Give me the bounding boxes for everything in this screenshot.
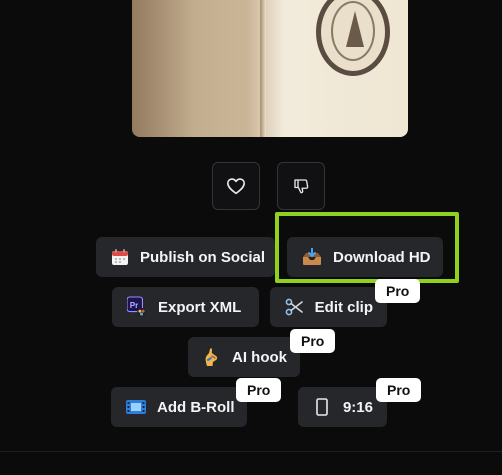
thumbnail-door-edge [260,0,266,137]
add-b-roll-button[interactable]: Add B-Roll [111,387,247,427]
heart-icon [227,178,245,195]
ai-hook-button[interactable]: AI hook [188,337,300,377]
divider [0,451,502,452]
thumbs-down-icon [294,179,309,194]
clip-panel: { "reactions": { "like_icon": "heart-ico… [0,0,502,475]
phone-frame-icon [313,397,332,417]
export-xml-label: Export XML [158,298,242,316]
dislike-button[interactable] [277,162,325,210]
aspect-ratio-label: 9:16 [342,398,373,416]
hand-hook-icon [203,347,221,367]
thumbnail-seal-image [316,0,390,76]
video-thumbnail[interactable] [132,0,408,137]
edit-clip-button[interactable]: Edit clip [270,287,387,327]
calendar-icon [111,247,129,267]
add-b-roll-label: Add B-Roll [157,398,235,416]
publish-on-social-button[interactable]: Publish on Social [96,237,275,277]
pro-badge-b-roll: Pro [236,378,282,402]
aspect-ratio-button[interactable]: 9:16 [298,387,387,427]
edit-clip-label: Edit clip [314,298,373,316]
thumbnail-shadow [132,0,192,137]
download-highlight-box [275,212,459,283]
pro-badge-edit-clip: Pro [375,279,421,303]
film-frames-icon [126,397,146,417]
svg-text:Pr: Pr [130,301,139,310]
pro-badge-ai-hook: Pro [290,329,336,353]
scissors-icon [285,297,304,317]
publish-label: Publish on Social [140,248,266,266]
export-xml-button[interactable]: Pr Export XML [112,287,259,327]
pro-badge-aspect-ratio: Pro [376,378,422,402]
ai-hook-label: AI hook [232,348,287,366]
premiere-resolve-icon: Pr [127,296,147,317]
like-button[interactable] [212,162,260,210]
